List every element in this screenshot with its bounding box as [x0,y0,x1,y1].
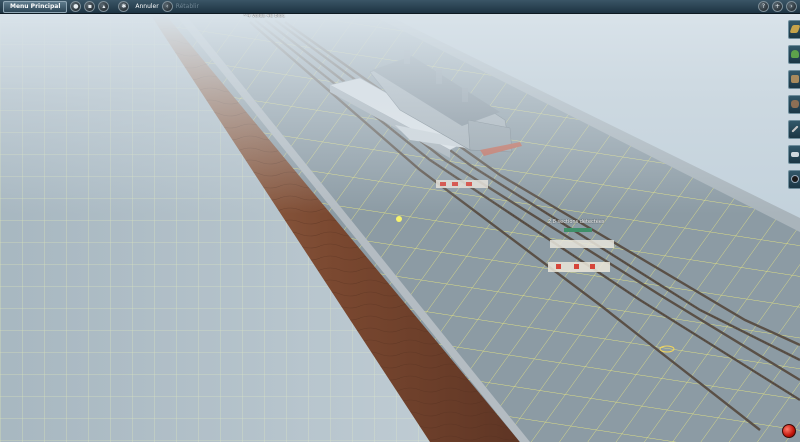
figure-icon[interactable] [788,95,800,114]
tool-sidebar [786,20,800,195]
redo-button[interactable]: Rétablir [176,0,199,14]
record-button[interactable] [782,424,796,438]
track-icon[interactable] [788,20,800,39]
settings-icon[interactable]: ✱ [118,1,130,12]
arrow-icon[interactable]: › [786,1,797,12]
save-icon[interactable]: ▪ [84,1,96,12]
undo-button[interactable]: Annuler [135,0,158,14]
help-icon[interactable]: ? [758,1,769,12]
globe-icon[interactable]: ● [70,1,82,12]
scene-label-track: 2,8 sections détectées [548,219,605,225]
tree-icon[interactable] [788,45,800,64]
main-menu-button[interactable]: Menu Principal [3,0,68,13]
undo-arrow-icon[interactable]: ‹ [161,1,173,12]
layer-icon[interactable] [788,145,800,164]
add-icon[interactable]: + [772,1,783,12]
camera-icon[interactable] [788,170,800,189]
tool-icon[interactable] [788,120,800,139]
building-icon[interactable] [788,70,800,89]
top-toolbar: Menu Principal ● ▪ ▴ ✱ Annuler ‹ Rétabli… [0,0,800,14]
load-icon[interactable]: ▴ [98,1,110,12]
game-viewport[interactable] [0,0,800,442]
